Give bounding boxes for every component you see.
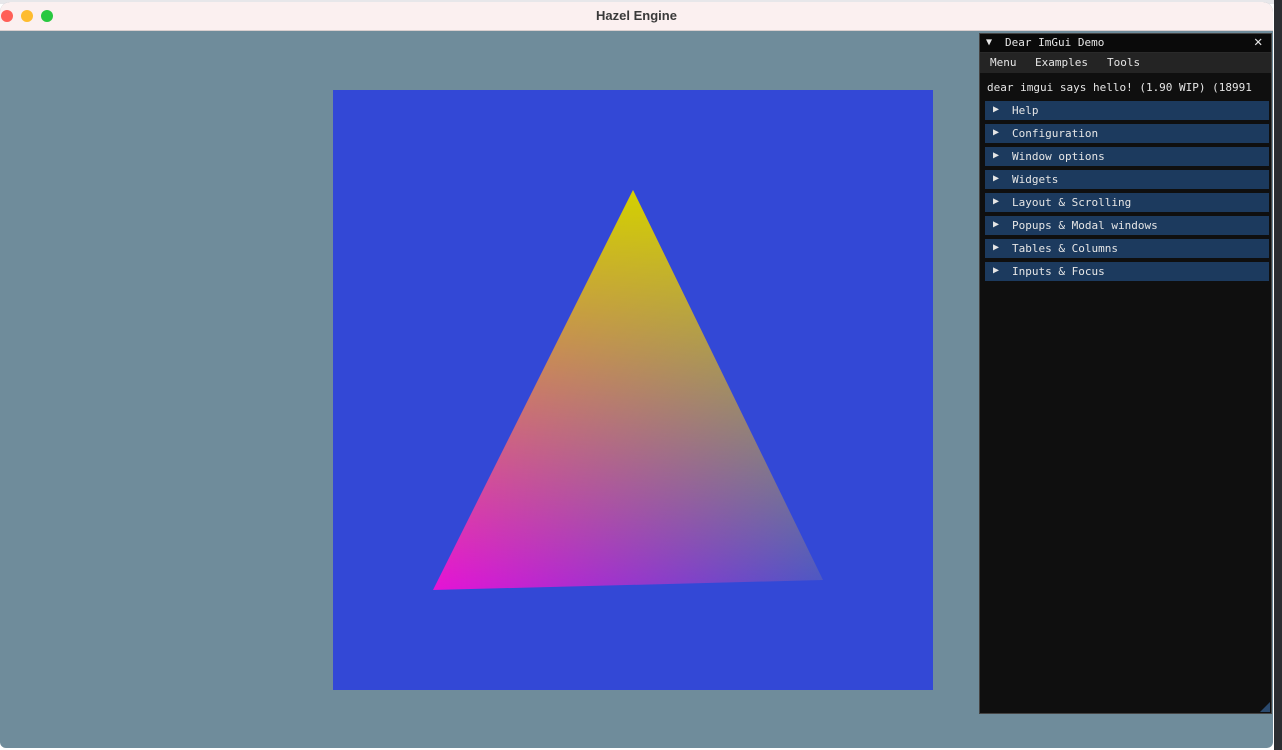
resize-grip-icon[interactable] xyxy=(1260,702,1270,712)
expand-arrow-icon: ▶ xyxy=(993,219,1000,230)
hello-text: dear imgui says hello! (1.90 WIP) (18991 xyxy=(987,81,1252,94)
section-configuration[interactable]: ▶ Configuration xyxy=(985,124,1269,143)
expand-arrow-icon: ▶ xyxy=(993,196,1000,207)
expand-arrow-icon: ▶ xyxy=(993,173,1000,184)
section-inputs-focus[interactable]: ▶ Inputs & Focus xyxy=(985,262,1269,281)
imgui-window-title: Dear ImGui Demo xyxy=(1005,36,1105,49)
imgui-menu-bar: Menu Examples Tools xyxy=(980,53,1271,73)
triangle-canvas xyxy=(433,190,823,590)
section-help[interactable]: ▶ Help xyxy=(985,101,1269,120)
section-tables-columns[interactable]: ▶ Tables & Columns xyxy=(985,239,1269,258)
window-titlebar[interactable]: Hazel Engine xyxy=(0,2,1273,31)
section-popups-modal-windows[interactable]: ▶ Popups & Modal windows xyxy=(985,216,1269,235)
section-label: Inputs & Focus xyxy=(1012,265,1105,278)
render-viewport xyxy=(333,90,933,690)
window-title: Hazel Engine xyxy=(596,8,677,23)
section-label: Window options xyxy=(1012,150,1105,163)
close-icon[interactable]: ✕ xyxy=(1254,35,1262,49)
menu-item-examples[interactable]: Examples xyxy=(1035,56,1088,70)
section-label: Layout & Scrolling xyxy=(1012,196,1132,209)
expand-arrow-icon: ▶ xyxy=(993,104,1000,115)
section-widgets[interactable]: ▶ Widgets xyxy=(985,170,1269,189)
section-label: Popups & Modal windows xyxy=(1012,219,1158,232)
section-label: Configuration xyxy=(1012,127,1099,140)
expand-arrow-icon: ▶ xyxy=(993,242,1000,253)
section-window-options[interactable]: ▶ Window options xyxy=(985,147,1269,166)
section-layout-scrolling[interactable]: ▶ Layout & Scrolling xyxy=(985,193,1269,212)
section-label: Widgets xyxy=(1012,173,1059,186)
expand-arrow-icon: ▶ xyxy=(993,127,1000,138)
desktop-edge xyxy=(1274,0,1282,750)
triangle-top-blend xyxy=(433,190,823,590)
hazel-engine-window: Hazel Engine ▼ Dear ImGui Demo ✕ Menu Ex… xyxy=(0,2,1273,748)
collapse-triangle-icon[interactable]: ▼ xyxy=(986,37,992,49)
expand-arrow-icon: ▶ xyxy=(993,150,1000,161)
menu-item-tools[interactable]: Tools xyxy=(1107,56,1140,70)
imgui-title-bar[interactable]: ▼ Dear ImGui Demo ✕ xyxy=(980,34,1271,53)
section-label: Help xyxy=(1012,104,1039,117)
menu-item-menu[interactable]: Menu xyxy=(990,56,1017,70)
section-label: Tables & Columns xyxy=(1012,242,1118,255)
expand-arrow-icon: ▶ xyxy=(993,265,1000,276)
imgui-demo-window[interactable]: ▼ Dear ImGui Demo ✕ Menu Examples Tools … xyxy=(979,33,1272,714)
